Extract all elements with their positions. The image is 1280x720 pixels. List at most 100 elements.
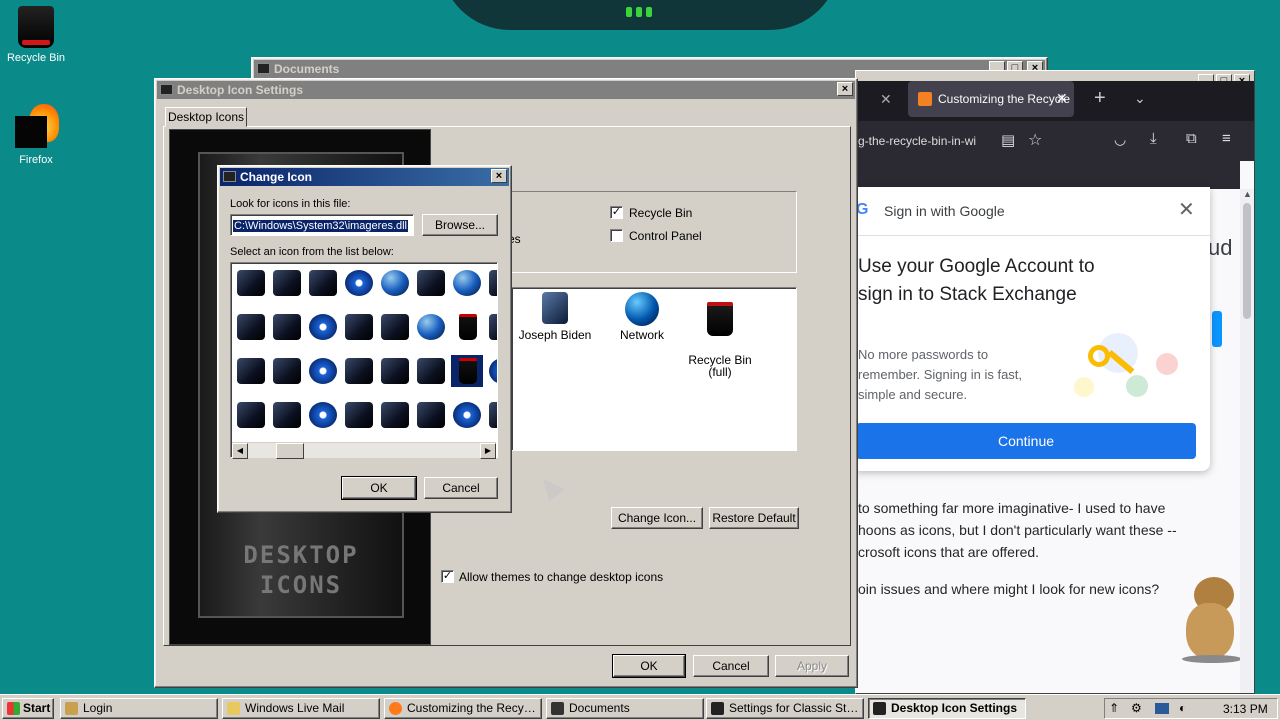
scroll-up-icon[interactable]: ▲ xyxy=(1243,189,1252,199)
icon-item-recycle-bin-full[interactable]: Recycle Bin (full) xyxy=(680,290,760,390)
menu-icon[interactable]: ≡ xyxy=(1222,130,1231,147)
icon-grid-item[interactable] xyxy=(235,311,267,343)
icon-grid-item[interactable] xyxy=(235,355,267,387)
url-bar[interactable]: g-the-recycle-bin-in-wi xyxy=(858,134,976,148)
cancel-button[interactable]: Cancel xyxy=(424,477,498,499)
icon-grid-item[interactable] xyxy=(343,311,375,343)
icon-grid-item[interactable] xyxy=(307,311,339,343)
icon-grid-item[interactable] xyxy=(343,355,375,387)
scroll-thumb[interactable] xyxy=(1243,203,1251,319)
allow-themes-checkbox[interactable]: ✓ xyxy=(441,570,454,583)
reader-view-icon[interactable]: ▤ xyxy=(1001,131,1015,149)
icon-grid-item[interactable] xyxy=(450,354,484,388)
icon-grid-item[interactable] xyxy=(451,267,483,299)
browser-window[interactable]: _ □ × ✕ Customizing the Recycle ✕ + ⌄ g-… xyxy=(855,70,1255,694)
change-icon-button[interactable]: Change Icon... xyxy=(611,507,703,529)
taskbar-button-classic-start[interactable]: Settings for Classic Start... xyxy=(706,698,864,719)
ok-button[interactable]: OK xyxy=(612,654,686,678)
cancel-button[interactable]: Cancel xyxy=(693,655,769,677)
pocket-icon[interactable]: ◡ xyxy=(1114,131,1126,148)
icon-grid-item[interactable] xyxy=(487,267,497,299)
desktop-icon-label: Recycle Bin xyxy=(6,52,66,64)
icon-list[interactable]: Joseph Biden Network Recycle Bin (full) xyxy=(511,287,797,451)
icon-grid-item[interactable] xyxy=(343,399,375,431)
checkbox-control-panel[interactable] xyxy=(610,229,623,242)
apply-button[interactable]: Apply xyxy=(775,655,849,677)
chevron-down-icon[interactable]: ⌄ xyxy=(1134,90,1146,107)
file-path-value: C:\Windows\System32\imageres.dll xyxy=(233,220,409,232)
browser-tab-active[interactable]: Customizing the Recycle ✕ xyxy=(908,81,1074,117)
icon-grid-item[interactable] xyxy=(415,267,447,299)
desktop-icon-recycle-bin[interactable]: Recycle Bin xyxy=(0,6,72,64)
taskbar-button-firefox[interactable]: Customizing the Recycle ... xyxy=(384,698,542,719)
icon-item-network[interactable]: Network xyxy=(612,292,672,342)
scroll-right-icon[interactable]: ▶ xyxy=(480,443,496,459)
icon-grid-item[interactable] xyxy=(415,399,447,431)
change-icon-titlebar[interactable]: Change Icon xyxy=(220,168,509,186)
icon-grid-item[interactable] xyxy=(451,399,483,431)
icon-grid-item[interactable] xyxy=(235,267,267,299)
dialog-titlebar[interactable]: Desktop Icon Settings xyxy=(157,81,855,99)
close-icon[interactable]: ✕ xyxy=(1056,90,1068,107)
tray-network-icon[interactable]: ⚙ xyxy=(1131,701,1142,715)
taskbar-button-documents[interactable]: Documents xyxy=(546,698,704,719)
page-button-fragment[interactable] xyxy=(1212,311,1222,347)
icon-grid-item[interactable] xyxy=(415,311,447,343)
look-label: Look for icons in this file: xyxy=(230,198,351,210)
icon-grid[interactable] xyxy=(230,262,498,458)
taskbar-button-mail[interactable]: Windows Live Mail xyxy=(222,698,380,719)
settings-icon xyxy=(160,84,173,95)
taskbar-button-desktop-icon-settings[interactable]: Desktop Icon Settings xyxy=(868,698,1026,719)
close-button[interactable]: × xyxy=(837,82,853,96)
close-button[interactable]: × xyxy=(491,169,507,183)
icon-grid-item[interactable] xyxy=(379,311,411,343)
checkbox-recycle-bin[interactable]: ✓ xyxy=(610,206,623,219)
icon-grid-item[interactable] xyxy=(271,311,303,343)
taskbar-button-login[interactable]: Login xyxy=(60,698,218,719)
bookmark-star-icon[interactable]: ☆ xyxy=(1028,130,1042,150)
scroll-left-icon[interactable]: ◀ xyxy=(232,443,248,459)
file-path-input[interactable]: C:\Windows\System32\imageres.dll xyxy=(230,214,414,236)
icon-grid-item[interactable] xyxy=(271,355,303,387)
change-icon-dialog[interactable]: Change Icon × Look for icons in this fil… xyxy=(217,165,512,513)
continue-button[interactable]: Continue xyxy=(856,423,1196,459)
google-signin-popup: G Sign in with Google ✕ Use your Google … xyxy=(856,187,1210,471)
icon-grid-item[interactable] xyxy=(379,399,411,431)
tray-monitor-icon[interactable] xyxy=(1155,703,1169,714)
close-icon[interactable]: ✕ xyxy=(1178,197,1195,222)
desktop-icons-group: es ✓ Recycle Bin Control Panel xyxy=(508,191,797,273)
clock[interactable]: 3:13 PM xyxy=(1223,702,1268,716)
icon-grid-item[interactable] xyxy=(415,355,447,387)
icon-label: Recycle Bin (full) xyxy=(688,353,752,379)
scroll-thumb[interactable] xyxy=(276,443,304,459)
icon-grid-item[interactable] xyxy=(487,399,497,431)
icon-grid-item[interactable] xyxy=(343,267,375,299)
icon-grid-item[interactable] xyxy=(271,267,303,299)
extensions-icon[interactable]: ⧉ xyxy=(1186,130,1197,147)
taskbar-label: Desktop Icon Settings xyxy=(891,701,1018,715)
icon-grid-item[interactable] xyxy=(451,311,483,343)
icon-grid-item[interactable] xyxy=(271,399,303,431)
icon-grid-item[interactable] xyxy=(235,399,267,431)
start-button[interactable]: Start xyxy=(2,698,54,719)
tray-arrow-icon[interactable]: ⇑ xyxy=(1109,701,1119,715)
icon-grid-item[interactable] xyxy=(307,399,339,431)
icon-item-joseph-biden[interactable]: Joseph Biden xyxy=(512,292,598,342)
icon-grid-item[interactable] xyxy=(487,311,497,343)
restore-default-button[interactable]: Restore Default xyxy=(709,507,799,529)
new-tab-icon[interactable]: + xyxy=(1094,87,1106,110)
ok-button[interactable]: OK xyxy=(341,476,417,500)
tray-volume-icon[interactable]: ◐ xyxy=(1179,701,1186,715)
icon-grid-scrollbar[interactable]: ◀ ▶ xyxy=(232,442,496,459)
icon-grid-item[interactable] xyxy=(379,355,411,387)
desktop-icon-firefox[interactable]: Firefox xyxy=(0,104,72,166)
tab-desktop-icons[interactable]: Desktop Icons xyxy=(165,107,247,127)
icon-grid-item[interactable] xyxy=(379,267,411,299)
icon-grid-item[interactable] xyxy=(307,355,339,387)
icon-grid-item[interactable] xyxy=(487,355,497,387)
browse-button[interactable]: Browse... xyxy=(422,214,498,236)
close-icon[interactable]: ✕ xyxy=(880,91,892,108)
download-icon[interactable]: ⤓ xyxy=(1150,130,1157,147)
icon-grid-item[interactable] xyxy=(307,267,339,299)
page-scrollbar[interactable]: ▲ xyxy=(1240,189,1254,693)
